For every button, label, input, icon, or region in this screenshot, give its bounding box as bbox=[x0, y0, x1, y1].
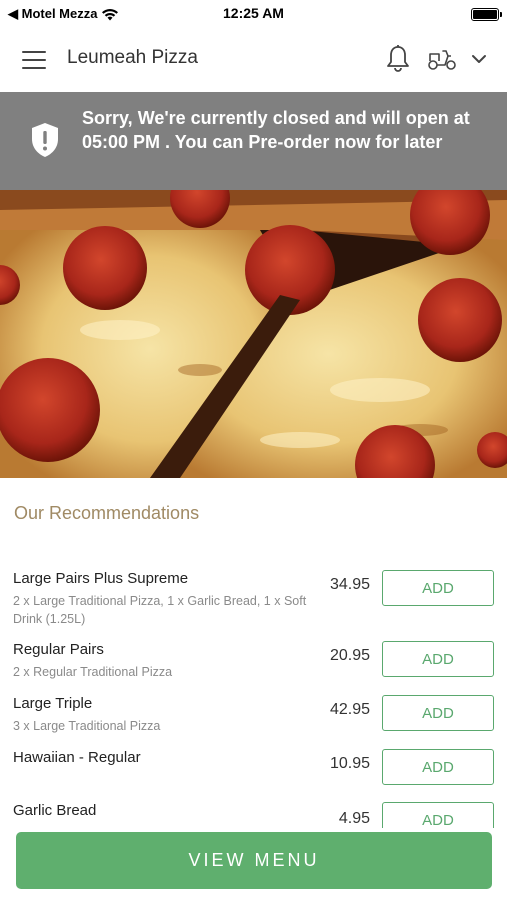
item-price: 4.95 bbox=[338, 810, 370, 827]
chevron-down-icon[interactable] bbox=[470, 50, 488, 68]
hamburger-icon[interactable] bbox=[22, 51, 46, 69]
section-title-recommendations: Our Recommendations bbox=[14, 503, 200, 523]
add-button[interactable]: ADD bbox=[382, 695, 494, 731]
closed-message: Sorry, We're currently closed and will o… bbox=[82, 108, 470, 152]
item-name: Large Triple bbox=[13, 695, 93, 712]
add-button[interactable]: ADD bbox=[382, 570, 494, 606]
view-menu-button[interactable]: VIEW MENU bbox=[16, 832, 492, 889]
item-name: Hawaiian - Regular bbox=[13, 749, 141, 766]
item-price: 10.95 bbox=[329, 755, 370, 772]
list-item[interactable]: Large Triple 3 x Large Traditional Pizza… bbox=[0, 695, 507, 741]
add-button[interactable]: ADD bbox=[382, 802, 494, 828]
list-item[interactable]: Garlic Bread 4.95 ADD bbox=[0, 802, 507, 828]
item-description: 2 x Large Traditional Pizza, 1 x Garlic … bbox=[13, 594, 307, 626]
app-header: Leumeah Pizza bbox=[0, 28, 507, 92]
list-item[interactable]: Regular Pairs 2 x Regular Traditional Pi… bbox=[0, 641, 507, 687]
item-description: 2 x Regular Traditional Pizza bbox=[13, 665, 173, 679]
clock: 12:25 AM bbox=[223, 5, 284, 21]
bell-icon[interactable] bbox=[385, 44, 411, 74]
add-button[interactable]: ADD bbox=[382, 641, 494, 677]
battery-icon bbox=[471, 8, 502, 21]
status-bar: ◀ Motel Mezza 12:25 AM bbox=[0, 0, 507, 28]
item-name: Regular Pairs bbox=[13, 641, 104, 658]
item-price: 34.95 bbox=[329, 576, 370, 593]
scooter-icon[interactable] bbox=[427, 46, 457, 72]
item-name: Garlic Bread bbox=[13, 802, 97, 819]
page-title: Leumeah Pizza bbox=[67, 47, 198, 68]
shield-alert-icon bbox=[32, 123, 58, 157]
item-price: 42.95 bbox=[329, 701, 370, 718]
hero-image bbox=[0, 190, 507, 478]
pizza-illustration bbox=[0, 190, 507, 478]
closed-banner: Sorry, We're currently closed and will o… bbox=[0, 92, 507, 190]
list-item[interactable]: Hawaiian - Regular 10.95 ADD bbox=[0, 749, 507, 795]
recommendation-list[interactable]: Large Pairs Plus Supreme 2 x Large Tradi… bbox=[0, 560, 507, 828]
item-description: 3 x Large Traditional Pizza bbox=[13, 719, 161, 733]
item-name: Large Pairs Plus Supreme bbox=[13, 570, 189, 587]
add-button[interactable]: ADD bbox=[382, 749, 494, 785]
item-price: 20.95 bbox=[329, 647, 370, 664]
list-item[interactable]: Large Pairs Plus Supreme 2 x Large Tradi… bbox=[0, 570, 507, 632]
